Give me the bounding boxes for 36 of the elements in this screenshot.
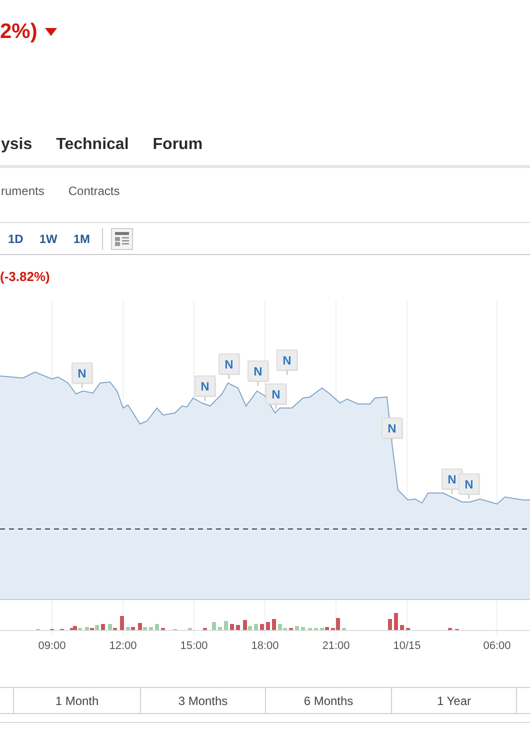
volume-bar bbox=[230, 624, 234, 630]
axis-label: 10/15 bbox=[393, 640, 421, 652]
volume-bar bbox=[120, 616, 124, 630]
volume-bar bbox=[149, 627, 153, 630]
sub-nav-link[interactable]: ruments bbox=[1, 182, 44, 222]
volume-bar bbox=[272, 619, 276, 630]
volume-bar bbox=[388, 619, 392, 630]
axis-label: 15:00 bbox=[180, 640, 208, 652]
axis-label: 21:00 bbox=[322, 640, 350, 652]
axis-label: 18:00 bbox=[251, 640, 279, 652]
table-icon[interactable] bbox=[111, 228, 134, 250]
period-change: (-3.82%) bbox=[0, 268, 51, 286]
price-change: 2%) bbox=[0, 19, 38, 45]
interval-button[interactable]: 1W bbox=[35, 230, 62, 248]
volume-bar bbox=[236, 625, 240, 630]
volume-bar bbox=[301, 627, 305, 630]
axis-label: 06:00 bbox=[483, 640, 511, 652]
axis-label: 09:00 bbox=[38, 640, 66, 652]
volume-bar bbox=[260, 624, 264, 630]
volume-bar bbox=[155, 624, 159, 630]
nav-tab[interactable]: Forum bbox=[152, 133, 203, 157]
volume-bar bbox=[212, 622, 216, 630]
volume-bar bbox=[254, 624, 258, 630]
volume-bar bbox=[266, 622, 270, 630]
volume-bar bbox=[295, 626, 299, 630]
volume-bar bbox=[101, 624, 105, 630]
interval-button[interactable]: 1D bbox=[4, 230, 28, 248]
nav-tab[interactable]: ysis bbox=[1, 133, 32, 157]
interval-button[interactable]: 1M bbox=[69, 230, 94, 248]
sub-nav-link[interactable]: Contracts bbox=[68, 182, 120, 222]
nav-tab[interactable]: Technical bbox=[56, 133, 129, 157]
volume-bar bbox=[224, 621, 228, 630]
axis-label: 12:00 bbox=[109, 640, 137, 652]
volume-bar bbox=[394, 613, 398, 630]
volume-bar bbox=[400, 625, 404, 630]
volume-bar bbox=[218, 627, 222, 630]
